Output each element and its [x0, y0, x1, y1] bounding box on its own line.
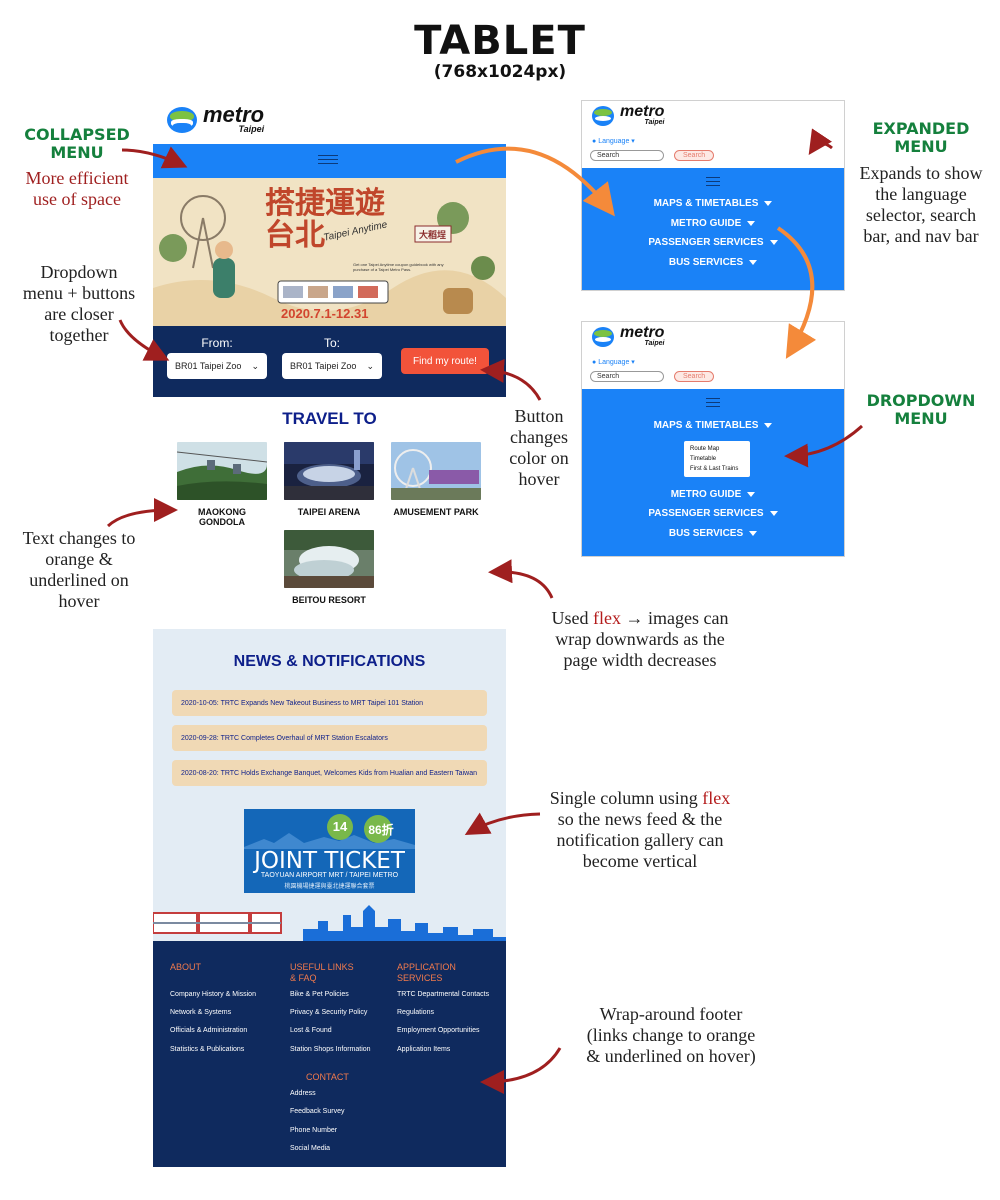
arrow-dropdown-menu — [784, 424, 864, 468]
arrow-collapsed — [121, 146, 188, 169]
arrow-footer — [480, 1047, 562, 1094]
arrow-single-column — [464, 812, 541, 835]
arrow-button-hover — [480, 358, 542, 401]
arrow-orange-expand — [455, 146, 615, 217]
arrow-flex-images — [488, 559, 554, 599]
arrow-text-hover — [106, 498, 178, 528]
arrow-dropdown — [118, 319, 170, 361]
arrow-expanded — [808, 128, 833, 155]
annotation-arrows — [106, 128, 864, 1094]
arrow-orange-dropdown — [776, 226, 817, 359]
